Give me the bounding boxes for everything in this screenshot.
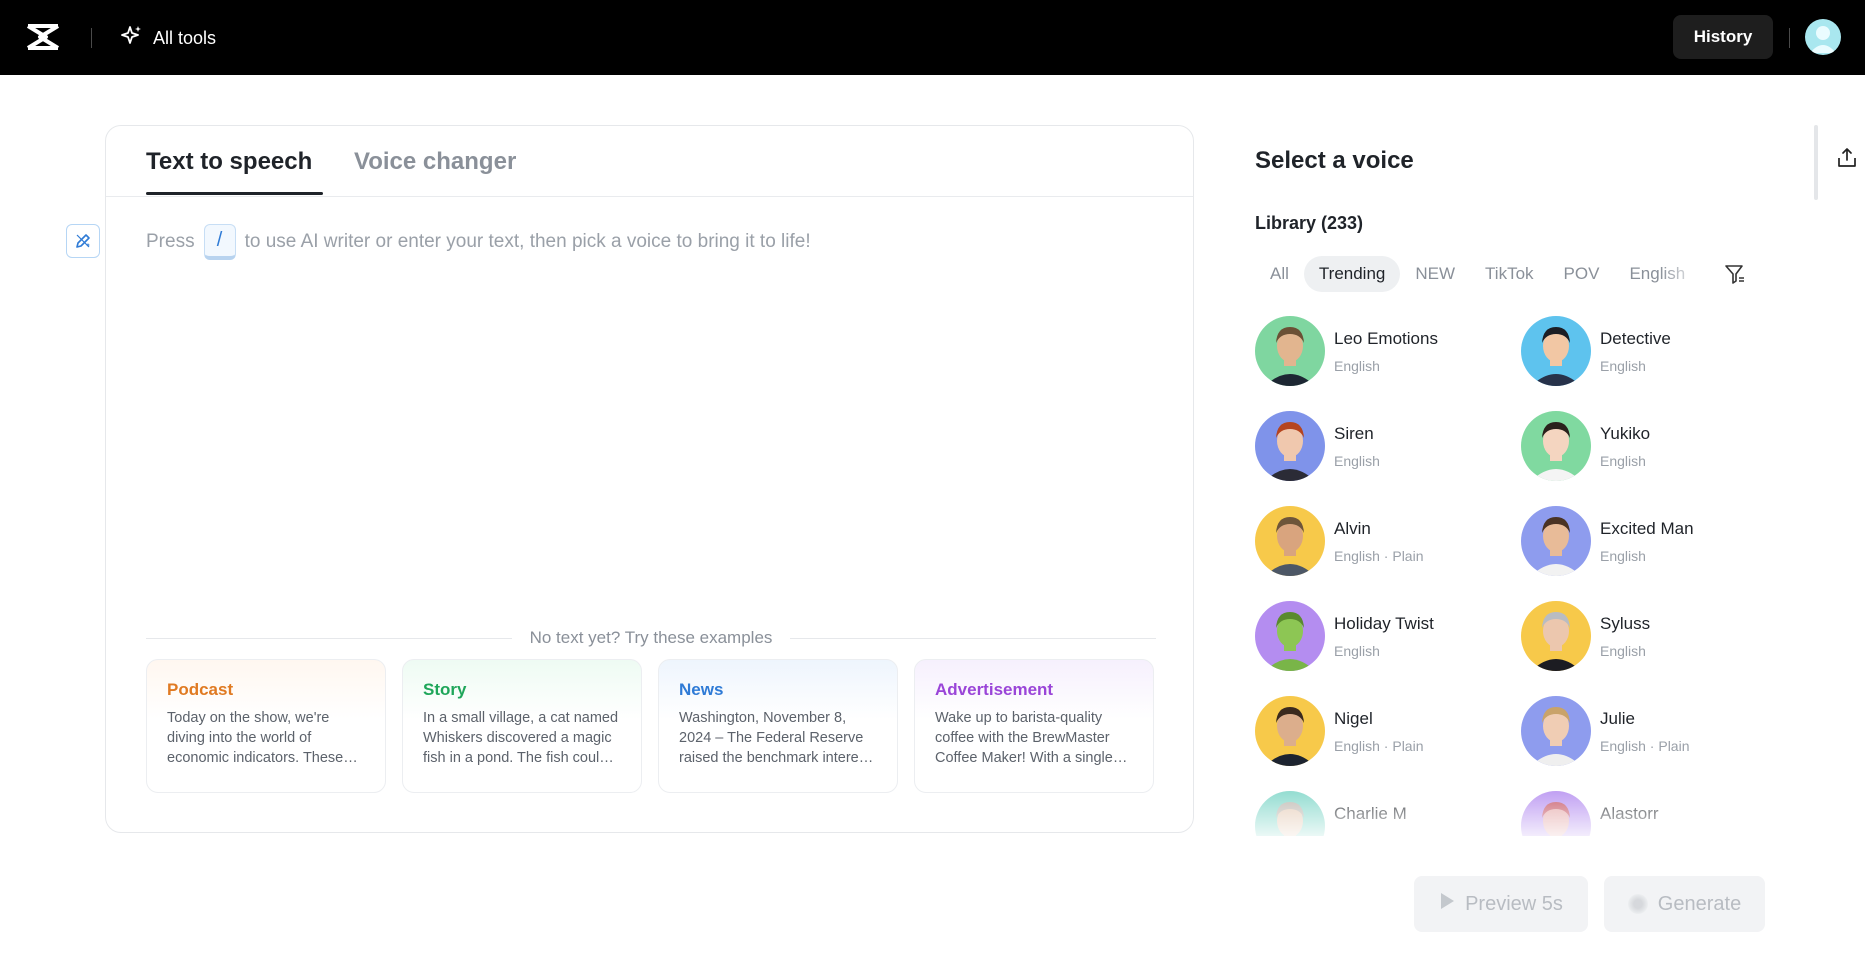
example-card-advertisement[interactable]: Advertisement Wake up to barista-quality… <box>914 659 1154 793</box>
filter-chip-trending[interactable]: Trending <box>1303 256 1401 292</box>
voice-item[interactable]: Siren English <box>1255 411 1515 483</box>
user-avatar[interactable] <box>1805 19 1841 55</box>
voice-name: Alastorr <box>1600 804 1659 823</box>
header-divider <box>1789 28 1790 48</box>
example-cards: Podcast Today on the show, we're diving … <box>146 659 1156 793</box>
voice-avatar <box>1521 411 1591 481</box>
voice-name: Siren <box>1334 424 1374 443</box>
voice-filter-chips: All Trending NEW TikTok POV English <box>1255 256 1710 292</box>
header-divider <box>91 28 92 48</box>
select-voice-title: Select a voice <box>1255 147 1414 174</box>
filter-chip-tiktok[interactable]: TikTok <box>1470 256 1549 292</box>
voice-language: English <box>1600 548 1646 564</box>
voice-language: English <box>1334 453 1380 469</box>
voice-avatar <box>1521 506 1591 576</box>
filter-chip-pov[interactable]: POV <box>1549 256 1615 292</box>
voice-name: Holiday Twist <box>1334 614 1434 633</box>
filters-fade <box>1660 256 1710 292</box>
example-card-title: Story <box>423 680 467 699</box>
voice-item[interactable]: Yukiko English <box>1521 411 1781 483</box>
voice-name: Excited Man <box>1600 519 1694 538</box>
play-icon <box>1439 892 1455 916</box>
library-count-label: Library (233) <box>1255 213 1364 233</box>
preview-label: Preview 5s <box>1465 892 1563 915</box>
example-card-story[interactable]: Story In a small village, a cat named Wh… <box>402 659 642 793</box>
history-button[interactable]: History <box>1673 15 1773 59</box>
filter-chip-all[interactable]: All <box>1255 256 1304 292</box>
voice-item[interactable]: Holiday Twist English <box>1255 601 1515 673</box>
example-card-body: Wake up to barista-quality coffee with t… <box>935 710 1113 766</box>
example-card-body: In a small village, a cat named Whiskers… <box>423 710 619 766</box>
example-card-title: Podcast <box>167 680 234 699</box>
page-scrollbar[interactable] <box>1814 125 1818 200</box>
voice-avatar <box>1255 601 1325 671</box>
examples-label: No text yet? Try these examples <box>529 628 773 647</box>
voice-item[interactable]: Charlie M <box>1255 791 1515 836</box>
voice-language: English <box>1600 643 1646 659</box>
generate-orb-icon <box>1627 894 1648 914</box>
voice-item[interactable]: Alvin English · Plain <box>1255 506 1515 578</box>
voice-language: English <box>1334 358 1380 374</box>
voice-item[interactable]: Syluss English <box>1521 601 1781 673</box>
voice-language: English · Plain <box>1600 738 1690 754</box>
voice-name: Detective <box>1600 329 1671 348</box>
capcut-logo-icon[interactable] <box>26 22 60 52</box>
voice-list: Leo Emotions English Detective English Siren… <box>1255 316 1795 836</box>
text-editor-panel: Text to speech Voice changer Press / to … <box>105 125 1194 833</box>
voice-language: English · Plain <box>1334 548 1424 564</box>
example-card-body: Today on the show, we're diving into the… <box>167 710 344 766</box>
ai-writer-pen-icon[interactable] <box>66 224 100 258</box>
all-tools-label: All tools <box>153 27 217 48</box>
filter-chip-new[interactable]: NEW <box>1400 256 1470 292</box>
voice-item[interactable]: Nigel English · Plain <box>1255 696 1515 768</box>
voice-item[interactable]: Excited Man English <box>1521 506 1781 578</box>
voice-language: English <box>1334 643 1380 659</box>
voice-name: Nigel <box>1334 709 1373 728</box>
voice-avatar <box>1521 601 1591 671</box>
prompt-text-before: Press <box>146 231 195 252</box>
voice-name: Julie <box>1600 709 1635 728</box>
voice-item[interactable]: Alastorr <box>1521 791 1781 836</box>
voice-avatar <box>1255 506 1325 576</box>
generate-button[interactable]: Generate <box>1604 876 1765 932</box>
voice-name: Syluss <box>1600 614 1651 633</box>
voice-avatar <box>1255 411 1325 481</box>
generate-label: Generate <box>1657 892 1742 915</box>
example-card-news[interactable]: News Washington, November 8, 2024 – The … <box>658 659 898 793</box>
voice-name: Alvin <box>1334 519 1371 538</box>
text-input-area[interactable]: Press / to use AI writer or enter your t… <box>146 222 811 262</box>
voice-name: Leo Emotions <box>1334 329 1438 348</box>
voice-language: English · Plain <box>1334 738 1424 754</box>
voice-avatar <box>1255 316 1325 386</box>
voice-avatar <box>1521 791 1591 836</box>
voice-avatar <box>1255 696 1325 766</box>
editor-tabs: Text to speech Voice changer <box>106 126 1193 197</box>
tab-text-to-speech[interactable]: Text to speech <box>146 148 312 176</box>
example-card-title: News <box>679 680 724 699</box>
top-bar: All tools History <box>0 0 1865 75</box>
filter-icon[interactable] <box>1724 263 1746 285</box>
share-icon[interactable] <box>1836 146 1858 170</box>
sparkle-icon <box>119 24 143 53</box>
all-tools-button[interactable]: All tools <box>119 24 216 52</box>
tab-voice-changer[interactable]: Voice changer <box>354 148 516 176</box>
voice-item[interactable]: Detective English <box>1521 316 1781 388</box>
prompt-text-after: to use AI writer or enter your text, the… <box>244 231 811 252</box>
example-card-title: Advertisement <box>935 680 1054 699</box>
example-card-body: Washington, November 8, 2024 – The Feder… <box>679 710 871 766</box>
voice-avatar <box>1255 791 1325 836</box>
example-card-podcast[interactable]: Podcast Today on the show, we're diving … <box>146 659 386 793</box>
voice-avatar <box>1521 316 1591 386</box>
slash-key-hint: / <box>203 224 236 260</box>
examples-separator: No text yet? Try these examples <box>146 626 1156 650</box>
voice-avatar <box>1521 696 1591 766</box>
voice-language: English <box>1600 358 1646 374</box>
voice-item[interactable]: Leo Emotions English <box>1255 316 1515 388</box>
active-tab-indicator <box>146 192 323 195</box>
voice-name: Yukiko <box>1600 424 1651 443</box>
voice-name: Charlie M <box>1334 804 1407 823</box>
voice-item[interactable]: Julie English · Plain <box>1521 696 1781 768</box>
voice-language: English <box>1600 453 1646 469</box>
preview-button[interactable]: Preview 5s <box>1414 876 1588 932</box>
